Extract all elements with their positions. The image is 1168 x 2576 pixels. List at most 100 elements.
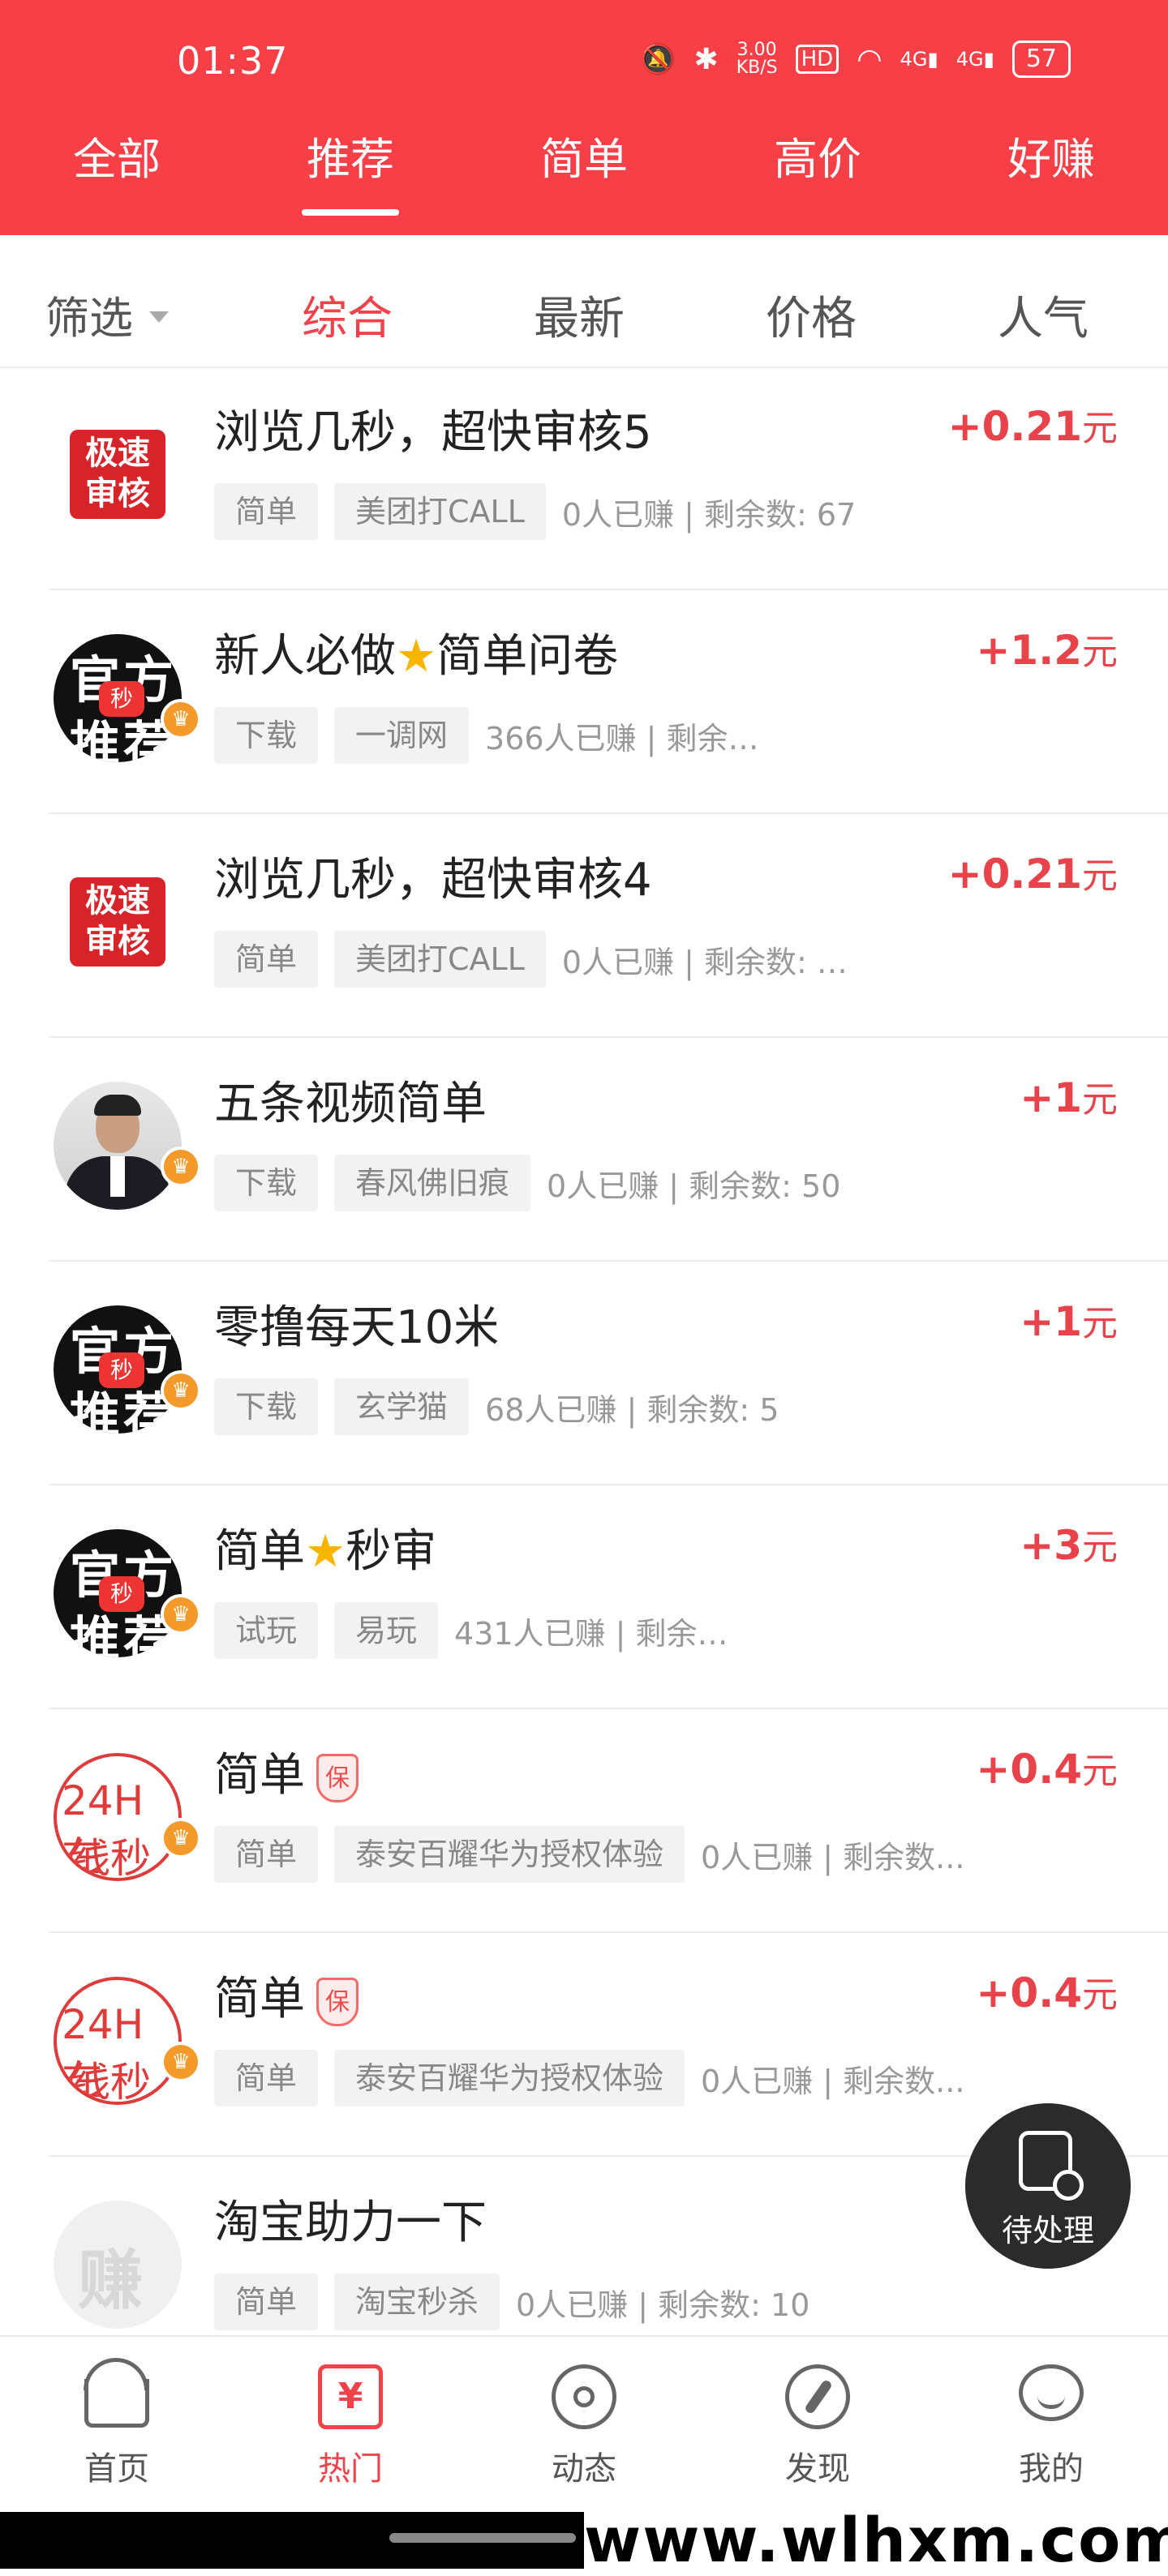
speed-review-logo: 极速 审核	[70, 430, 165, 519]
speed-review-avatar: 极速 审核	[54, 410, 182, 538]
task-stats: 0人已赚 | 剩余数...	[701, 2063, 965, 2099]
task-tag: 下载	[214, 707, 319, 764]
task-tag: 淘宝秒杀	[334, 2274, 500, 2330]
task-stats: 0人已赚 | 剩余数: 50	[547, 1168, 841, 1204]
net-speed-unit: KB/S	[736, 58, 778, 78]
star-icon: ★	[305, 1525, 346, 1578]
task-item[interactable]: 官方 推荐 秒 ♛ 零撸每天10米 +1元 下载 玄学猫 68人已赚 | 剩余数…	[49, 1262, 1168, 1485]
sort-tab-popularity[interactable]: 人气	[998, 282, 1089, 348]
task-tags: 简单 泰安百耀华为授权体验 0人已赚 | 剩余数...	[214, 1826, 964, 1883]
nav-mine[interactable]: 我的	[934, 2337, 1168, 2514]
task-item[interactable]: 极速 审核 浏览几秒，超快审核5 +0.21元 简单 美团打CALL 0人已赚 |…	[49, 366, 1168, 590]
price-amount: +0.21	[947, 403, 1082, 450]
price-amount: +1	[1020, 1074, 1082, 1121]
task-stats: 366人已赚 | 剩余数: 4	[485, 720, 786, 757]
task-tag: 简单	[214, 483, 319, 540]
title-part: 简单	[214, 1749, 305, 1802]
price-unit: 元	[1082, 632, 1118, 673]
speed-review-logo: 极速 审核	[70, 877, 165, 967]
task-title: 简单保	[214, 1738, 359, 1804]
task-stats: 0人已赚 | 剩余数: 67	[561, 496, 857, 533]
task-tag: 美团打CALL	[334, 931, 546, 988]
task-price: +0.4元	[977, 1965, 1118, 2017]
nav-home[interactable]: 首页	[0, 2337, 234, 2514]
task-tags: 下载 玄学猫 68人已赚 | 剩余数: 5	[214, 1378, 779, 1435]
guarantee-shield-icon: 保	[316, 1753, 359, 1802]
official-badge: 秒	[99, 1576, 144, 1612]
task-tags: 简单 淘宝秒杀 0人已赚 | 剩余数: 10	[214, 2274, 809, 2330]
tab-recommended[interactable]: 推荐	[234, 122, 467, 219]
nav-discover[interactable]: 发现	[701, 2337, 934, 2514]
task-item[interactable]: 极速 审核 浏览几秒，超快审核4 +0.21元 简单 美团打CALL 0人已赚 |…	[49, 814, 1168, 1038]
title-part: 新人必做	[214, 630, 396, 683]
price-unit: 元	[1082, 1303, 1118, 1344]
filter-label: 筛选	[45, 293, 133, 344]
nav-label: 首页	[84, 2450, 149, 2488]
task-price: +3元	[1020, 1518, 1118, 1570]
task-item[interactable]: 24H在 线秒 ♛ 简单保 +0.4元 简单 泰安百耀华为授权体验 0人已赚 |…	[49, 1709, 1168, 1933]
task-item[interactable]: 官方 推荐 秒 ♛ 简单★秒审 +3元 试玩 易玩 431人已赚 | 剩余数: …	[49, 1485, 1168, 1709]
profile-icon	[1019, 2364, 1084, 2421]
task-title: 淘宝助力一下	[214, 2197, 487, 2249]
task-stats: 0人已赚 | 剩余数: 100	[561, 944, 862, 980]
watermark: www.wlhxm.com	[584, 2504, 1168, 2576]
task-title: 零撸每天10米	[214, 1301, 500, 1354]
sort-tab-newest[interactable]: 最新	[534, 282, 625, 348]
wifi-icon: ◠	[857, 42, 882, 76]
task-item[interactable]: 官方 推荐 秒 ♛ 新人必做★简单问卷 +1.2元 下载 一调网 366人已赚 …	[49, 590, 1168, 814]
official-recommend-avatar: 官方 推荐 秒	[54, 1305, 182, 1434]
task-tag: 春风佛旧痕	[334, 1155, 531, 1211]
crown-icon: ♛	[161, 1370, 201, 1411]
price-unit: 元	[1082, 855, 1118, 897]
mute-icon: 🔕	[639, 43, 676, 76]
avatar-shirt	[110, 1156, 125, 1197]
title-part: 简单	[214, 1525, 305, 1578]
tab-easy-earn[interactable]: 好赚	[934, 122, 1168, 219]
task-tag: 美团打CALL	[334, 483, 546, 540]
title-part: 秒审	[346, 1525, 437, 1578]
tab-all[interactable]: 全部	[0, 122, 234, 219]
task-price: +1.2元	[977, 623, 1118, 675]
stamp-line2: 线秒	[70, 1835, 151, 1881]
net-speed-value: 3.00	[736, 40, 777, 60]
task-tag: 泰安百耀华为授权体验	[334, 2050, 685, 2107]
title-part: 简单	[214, 1973, 305, 2025]
price-amount: +0.4	[976, 1970, 1082, 2017]
speed-line1: 极速	[85, 435, 150, 472]
task-item[interactable]: ♛ 五条视频简单 +1元 下载 春风佛旧痕 0人已赚 | 剩余数: 50	[49, 1038, 1168, 1262]
task-tags: 简单 美团打CALL 0人已赚 | 剩余数: 67	[214, 483, 856, 540]
stamp-avatar: 24H在 线秒	[54, 1977, 182, 2105]
sort-tab-overall[interactable]: 综合	[302, 282, 393, 348]
pending-tasks-button[interactable]: 待处理	[965, 2103, 1131, 2269]
category-tabs: 全部 推荐 简单 高价 好赚	[0, 122, 1168, 219]
sort-tab-price[interactable]: 价格	[766, 282, 857, 348]
price-unit: 元	[1082, 408, 1118, 449]
task-tag: 下载	[214, 1155, 319, 1211]
nav-dynamics[interactable]: 动态	[467, 2337, 701, 2514]
broadcast-icon	[552, 2364, 616, 2429]
task-title: 简单保	[214, 1962, 359, 2028]
star-icon: ★	[396, 630, 437, 683]
nav-hot[interactable]: ¥ 热门	[234, 2337, 467, 2514]
task-price: +1元	[1020, 1294, 1118, 1346]
user-photo-avatar	[54, 1082, 182, 1210]
task-tags: 下载 春风佛旧痕 0人已赚 | 剩余数: 50	[214, 1155, 840, 1211]
hd-icon: HD	[795, 45, 840, 74]
price-amount: +0.4	[976, 1746, 1082, 1793]
bluetooth-icon: ✱	[694, 42, 719, 76]
nav-label: 我的	[1019, 2450, 1084, 2488]
tab-high-price[interactable]: 高价	[701, 122, 934, 219]
home-icon	[84, 2358, 149, 2428]
tab-simple[interactable]: 简单	[467, 122, 701, 219]
signal-label-2: 4G	[955, 48, 984, 71]
home-indicator[interactable]	[389, 2533, 576, 2543]
status-icons: 🔕 ✱ 3.00 KB/S HD ◠ 4G▮ 4G▮ 57	[640, 41, 1071, 78]
task-tags: 简单 美团打CALL 0人已赚 | 剩余数: 100	[214, 931, 862, 988]
price-amount: +3	[1020, 1522, 1082, 1569]
net-speed: 3.00 KB/S	[736, 41, 778, 77]
task-price: +1元	[1020, 1070, 1118, 1122]
pending-label: 待处理	[1001, 2213, 1094, 2248]
official-badge: 秒	[99, 681, 144, 717]
filter-button[interactable]: 筛选	[45, 282, 169, 346]
official-recommend-avatar: 官方 推荐 秒	[54, 1529, 182, 1657]
